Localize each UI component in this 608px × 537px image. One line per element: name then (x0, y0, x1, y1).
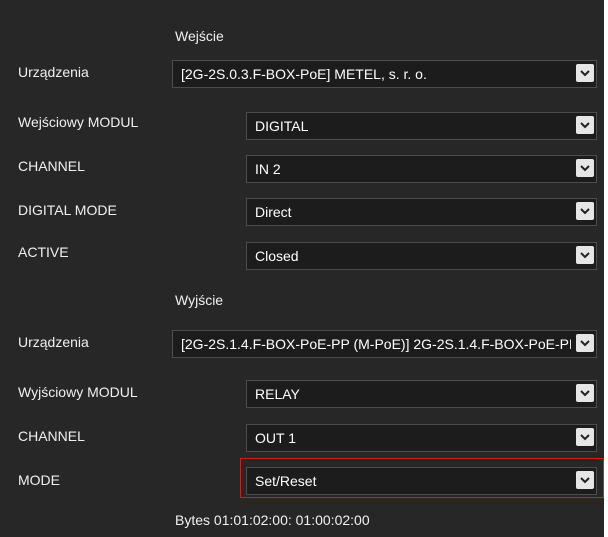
output-mode-value: Set/Reset (255, 473, 317, 489)
chevron-down-icon[interactable] (576, 471, 594, 489)
input-channel-select[interactable]: IN 2 (246, 155, 597, 183)
output-section-title: Wyjście (175, 292, 224, 308)
input-device-value: [2G-2S.0.3.F-BOX-PoE] METEL, s. r. o. (181, 66, 427, 82)
input-section-title: Wejście (175, 28, 224, 44)
chevron-down-icon[interactable] (576, 384, 594, 402)
chevron-down-icon[interactable] (576, 334, 594, 352)
output-module-label: Wyjściowy MODUL (18, 384, 138, 400)
chevron-down-icon[interactable] (576, 159, 594, 177)
output-device-value: [2G-2S.1.4.F-BOX-PoE-PP (M-PoE)] 2G-2S.1… (181, 336, 571, 352)
output-device-label: Urządzenia (18, 334, 89, 350)
output-module-value: RELAY (255, 386, 300, 402)
output-mode-select[interactable]: Set/Reset (246, 467, 597, 495)
output-mode-label: MODE (18, 472, 60, 488)
input-channel-value: IN 2 (255, 161, 281, 177)
output-module-select[interactable]: RELAY (246, 380, 597, 408)
settings-panel: Wejście Urządzenia [2G-2S.0.3.F-BOX-PoE]… (0, 0, 604, 537)
output-channel-label: CHANNEL (18, 428, 85, 444)
input-module-value: DIGITAL (255, 118, 309, 134)
input-active-select[interactable]: Closed (246, 242, 597, 270)
input-active-label: ACTIVE (18, 244, 69, 260)
input-active-value: Closed (255, 248, 299, 264)
output-channel-value: OUT 1 (255, 430, 296, 446)
chevron-down-icon[interactable] (576, 428, 594, 446)
output-channel-select[interactable]: OUT 1 (246, 424, 597, 452)
chevron-down-icon[interactable] (576, 116, 594, 134)
input-module-label: Wejściowy MODUL (18, 114, 139, 130)
chevron-down-icon[interactable] (576, 246, 594, 264)
input-digital-mode-select[interactable]: Direct (246, 198, 597, 226)
output-device-select[interactable]: [2G-2S.1.4.F-BOX-PoE-PP (M-PoE)] 2G-2S.1… (172, 330, 597, 358)
input-channel-label: CHANNEL (18, 158, 85, 174)
chevron-down-icon[interactable] (576, 64, 594, 82)
input-device-select[interactable]: [2G-2S.0.3.F-BOX-PoE] METEL, s. r. o. (172, 60, 597, 88)
chevron-down-icon[interactable] (576, 202, 594, 220)
input-device-label: Urządzenia (18, 64, 89, 80)
bytes-readout: Bytes 01:01:02:00: 01:00:02:00 (175, 512, 370, 528)
input-digital-mode-value: Direct (255, 204, 292, 220)
input-module-select[interactable]: DIGITAL (246, 112, 597, 140)
input-digital-mode-label: DIGITAL MODE (18, 202, 117, 218)
